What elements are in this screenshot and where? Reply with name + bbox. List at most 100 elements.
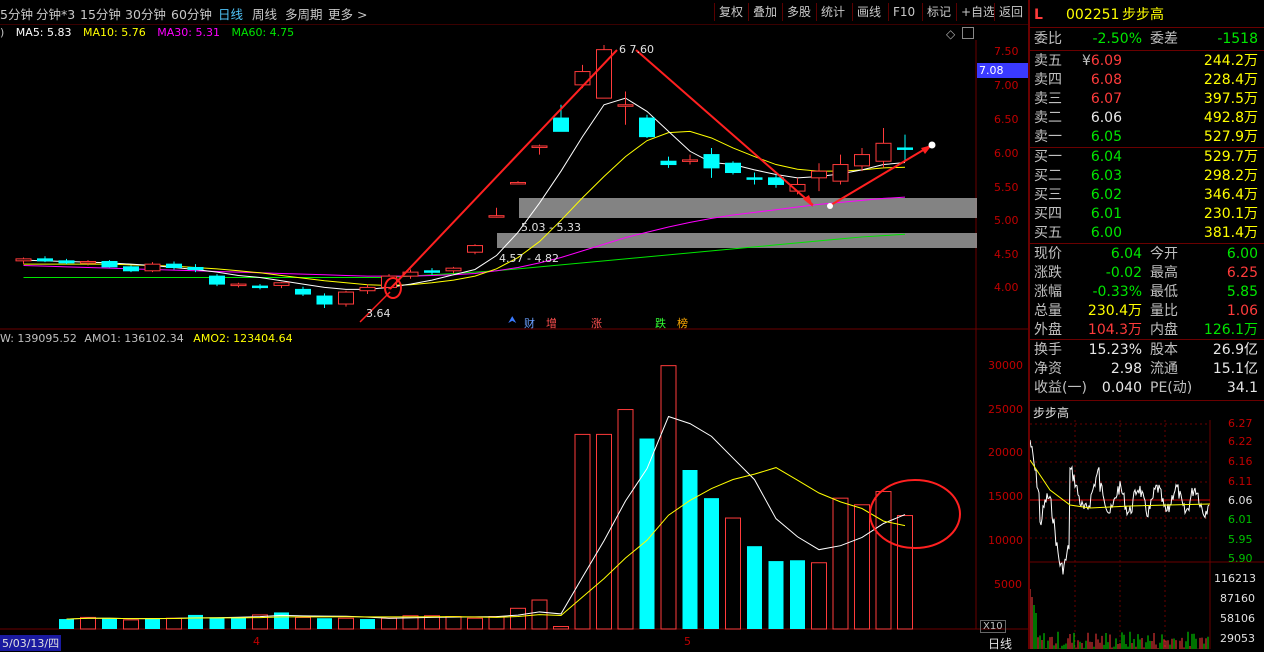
- tf-daily[interactable]: 日线: [218, 4, 243, 23]
- fund-label: PE(动): [1150, 380, 1193, 396]
- fund-value: 15.1亿: [1212, 361, 1258, 377]
- tf-5min[interactable]: 5分钟: [0, 4, 33, 23]
- stat-label: 内盘: [1150, 322, 1178, 338]
- tf-multi[interactable]: 多周期: [285, 4, 323, 23]
- volume-bar: [897, 515, 913, 630]
- fund-value: 15.23%: [1088, 342, 1142, 358]
- add-watchlist-button[interactable]: +自选: [956, 3, 999, 21]
- volume-bar: [832, 497, 849, 630]
- candle-body: [58, 260, 75, 264]
- bid-price: 6.02: [1090, 187, 1122, 203]
- candle-body: [510, 181, 526, 185]
- stat-label: 最高: [1150, 265, 1178, 281]
- fund-label: 净资: [1034, 361, 1062, 377]
- back-button[interactable]: 返回: [994, 3, 1027, 21]
- period-tab[interactable]: 日线: [988, 635, 1012, 652]
- candle-body: [166, 263, 182, 268]
- tf-30min[interactable]: 30分钟: [125, 4, 166, 23]
- stat-label: 总量: [1034, 303, 1062, 319]
- weibi-label: 委比: [1034, 31, 1062, 47]
- bid-row[interactable]: 买二 6.03 298.2万: [1034, 167, 1262, 186]
- event-finance-icon[interactable]: 财: [524, 315, 535, 331]
- stat-row: 外盘 104.3万 内盘 126.1万: [1034, 321, 1262, 340]
- volume-bar: [553, 626, 569, 630]
- candle-body: [531, 145, 548, 148]
- tf-60min[interactable]: 60分钟: [171, 4, 212, 23]
- candle-body: [574, 71, 591, 86]
- trend-line-down: [635, 49, 814, 206]
- mini-price-tick: 6.01: [1228, 513, 1253, 526]
- stat-label: 涨幅: [1034, 284, 1062, 300]
- bid-price: 6.04: [1090, 149, 1122, 165]
- bid-row[interactable]: 买一 6.04 529.7万: [1034, 148, 1262, 167]
- ask-row[interactable]: 卖一 6.05 527.9万: [1034, 128, 1262, 147]
- multi-stock-button[interactable]: 多股: [782, 3, 815, 21]
- ask-volume: 228.4万: [1203, 72, 1258, 88]
- vol-tick: 20000: [988, 446, 1023, 459]
- vol-tick: 25000: [988, 403, 1023, 416]
- volume-bar: [854, 504, 870, 630]
- ask-row[interactable]: 卖二 6.06 492.8万: [1034, 109, 1262, 128]
- candle-body: [230, 283, 247, 287]
- ask-row[interactable]: 卖三 6.07 397.5万: [1034, 90, 1262, 109]
- bid-volume: 230.1万: [1203, 206, 1258, 222]
- fuquan-button[interactable]: 复权: [714, 3, 747, 21]
- candle-body: [703, 154, 720, 169]
- ask-label: 卖三: [1034, 91, 1062, 107]
- candle-body: [187, 266, 204, 270]
- tf-more[interactable]: 更多 >: [328, 4, 367, 23]
- ask-row[interactable]: 卖四 6.08 228.4万: [1034, 71, 1262, 90]
- price-tick: 6.50: [994, 113, 1019, 126]
- vol-tick: 10000: [988, 534, 1023, 547]
- ask-row[interactable]: 卖五 ¥6.09 244.2万: [1034, 52, 1262, 71]
- candle-body: [424, 270, 440, 273]
- bid-row[interactable]: 买四 6.01 230.1万: [1034, 205, 1262, 224]
- stat-label: 最低: [1150, 284, 1178, 300]
- candle-body: [768, 177, 784, 185]
- amo2-label: AMO2: 123404.64: [193, 332, 293, 345]
- ask-volume: 244.2万: [1203, 53, 1258, 69]
- vol-tick: 15000: [988, 490, 1023, 503]
- candle-body: [811, 170, 827, 179]
- stock-code: 002251: [1066, 7, 1120, 23]
- mini-price-tick: 6.22: [1228, 435, 1253, 448]
- draw-line-button[interactable]: 画线: [852, 3, 885, 21]
- price-tick: 5.00: [994, 214, 1019, 227]
- tf-15min[interactable]: 15分钟: [80, 4, 121, 23]
- bid-label: 买一: [1034, 149, 1062, 165]
- volume-bar: [338, 617, 354, 630]
- ask-price: 6.07: [1090, 91, 1122, 107]
- bid-row[interactable]: 买三 6.02 346.4万: [1034, 186, 1262, 205]
- bid-volume: 381.4万: [1203, 225, 1258, 241]
- candle-body: [467, 245, 483, 253]
- volume-bar: [360, 619, 375, 629]
- tf-min3[interactable]: 分钟*3: [36, 4, 75, 23]
- stat-label: 外盘: [1034, 322, 1062, 338]
- mini-price-tick: 6.27: [1228, 417, 1253, 430]
- fund-label: 流通: [1150, 361, 1178, 377]
- candle-body: [209, 275, 225, 285]
- stat-value: -0.02: [1105, 265, 1142, 281]
- volume-bar: [467, 617, 483, 630]
- f10-button[interactable]: F10: [888, 3, 919, 21]
- candle-body: [15, 258, 32, 262]
- tf-weekly[interactable]: 周线: [252, 4, 277, 23]
- stat-label: 涨跌: [1034, 265, 1062, 281]
- bid-row[interactable]: 买五 6.00 381.4万: [1034, 224, 1262, 243]
- event-limitup-icon[interactable]: 涨: [591, 315, 602, 331]
- stat-value: 5.85: [1226, 284, 1258, 300]
- event-increase-icon[interactable]: 增: [546, 315, 557, 331]
- mark-button[interactable]: 标记: [922, 3, 955, 21]
- bid-label: 买五: [1034, 225, 1062, 241]
- bid-price: 6.00: [1090, 225, 1122, 241]
- stats-button[interactable]: 统计: [816, 3, 849, 21]
- event-limitdown-icon[interactable]: 跌: [655, 315, 666, 331]
- fundamental-row: 换手 15.23% 股本 26.9亿: [1034, 341, 1262, 360]
- overlay-button[interactable]: 叠加: [748, 3, 781, 21]
- event-arrow-icon[interactable]: ⮝: [508, 315, 517, 326]
- volume-bar: [747, 546, 762, 629]
- volume-bar: [59, 619, 74, 629]
- event-list-icon[interactable]: 榜: [677, 315, 688, 331]
- volume-bar: [617, 409, 634, 630]
- price-tick: 4.00: [994, 281, 1019, 294]
